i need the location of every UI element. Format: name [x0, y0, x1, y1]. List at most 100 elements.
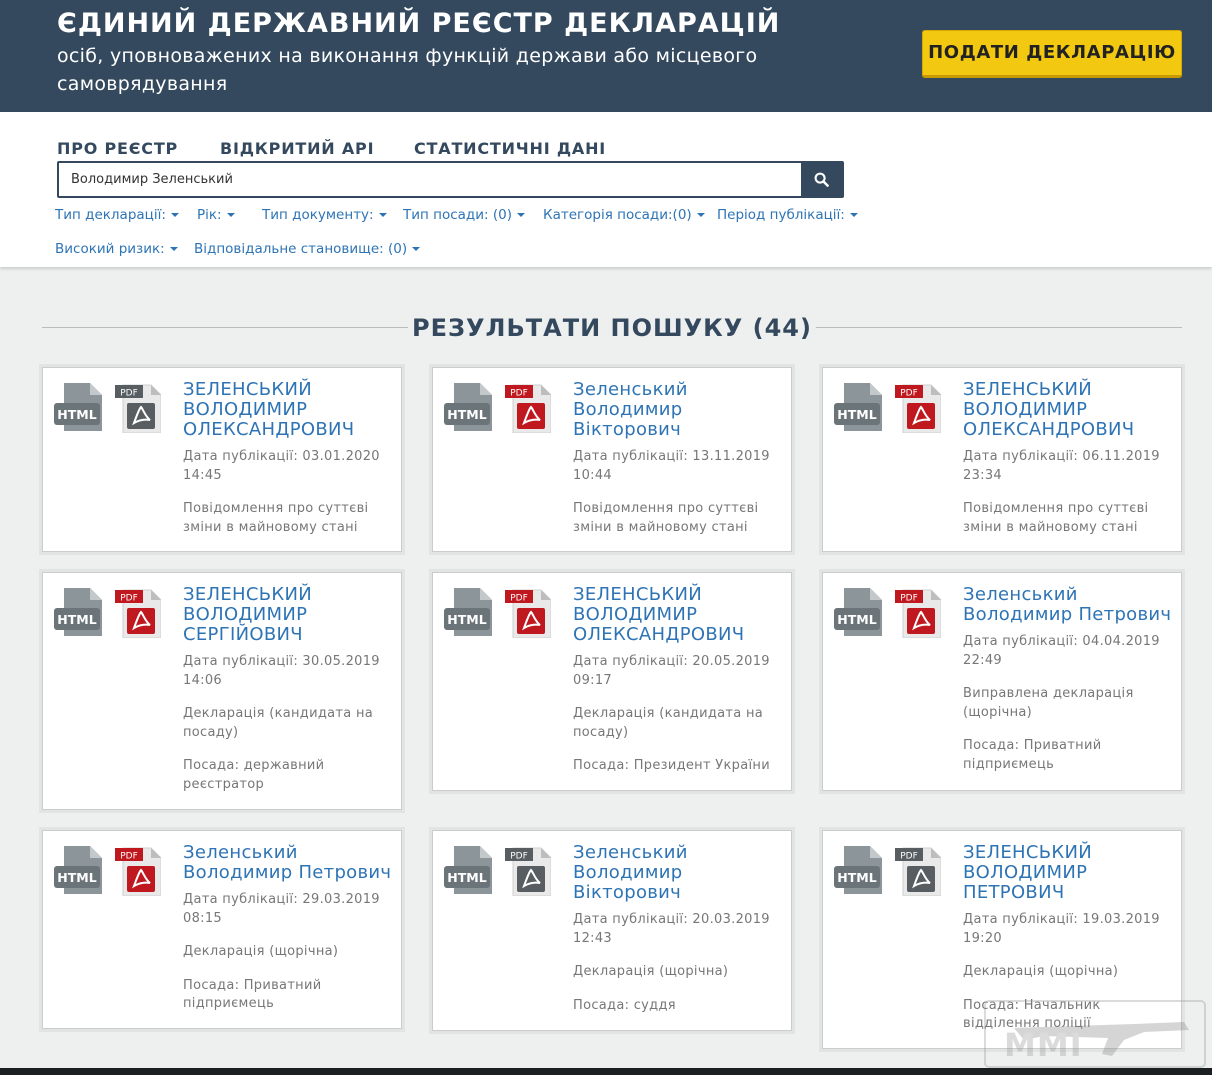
html-document-icon[interactable]: HTML	[834, 383, 882, 431]
html-document-icon[interactable]: HTML	[54, 846, 102, 894]
declarant-name-link[interactable]: Зеленський Володимир Петрович	[963, 585, 1173, 625]
filter-label: Категорія посади:(0)	[543, 207, 692, 223]
declarant-name-link[interactable]: Зеленський Володимир Петрович	[183, 843, 393, 883]
html-document-icon[interactable]: HTML	[834, 846, 882, 894]
svg-text:HTML: HTML	[447, 612, 486, 627]
filter-label: Період публікації:	[717, 207, 845, 223]
declarant-name-link[interactable]: ЗЕЛЕНСЬКИЙ ВОЛОДИМИР ОЛЕКСАНДРОВИЧ	[963, 380, 1173, 440]
card-info: ЗЕЛЕНСЬКИЙ ВОЛОДИМИР СЕРГІЙОВИЧ Дата пуб…	[183, 585, 393, 794]
pdf-document-icon[interactable]: PDF	[505, 588, 551, 638]
publication-date: Дата публікації: 29.03.2019 08:15	[183, 892, 380, 926]
svg-text:HTML: HTML	[57, 870, 96, 885]
filter-declaration-type[interactable]: Тип декларації:	[55, 207, 179, 223]
publication-date: Дата публікації: 30.05.2019 14:06	[183, 654, 380, 688]
site-header: ЄДИНИЙ ДЕРЖАВНИЙ РЕЄСТР ДЕКЛАРАЦІЙ осіб,…	[0, 0, 1212, 112]
divider	[816, 327, 1182, 328]
svg-text:PDF: PDF	[900, 389, 918, 399]
pdf-document-icon[interactable]: PDF	[895, 846, 941, 896]
filter-label: Високий ризик:	[55, 241, 165, 257]
publication-date: Дата публікації: 19.03.2019 19:20	[963, 912, 1160, 946]
nav-about-registry[interactable]: ПРО РЕЄСТР	[57, 139, 178, 158]
declarant-name-link[interactable]: ЗЕЛЕНСЬКИЙ ВОЛОДИМИР ПЕТРОВИЧ	[963, 843, 1173, 903]
divider	[42, 327, 408, 328]
caret-down-icon	[412, 247, 421, 251]
filter-label: Тип документу:	[262, 207, 374, 223]
svg-text:PDF: PDF	[900, 594, 918, 604]
svg-text:HTML: HTML	[447, 870, 486, 885]
declarant-name-link[interactable]: ЗЕЛЕНСЬКИЙ ВОЛОДИМИР ОЛЕКСАНДРОВИЧ	[183, 380, 393, 440]
html-document-icon[interactable]: HTML	[444, 383, 492, 431]
filter-high-risk[interactable]: Високий ризик:	[55, 241, 178, 257]
svg-text:PDF: PDF	[120, 852, 138, 862]
search-input[interactable]	[59, 163, 803, 196]
position: Посада: державний реєстратор	[183, 758, 325, 792]
pdf-document-icon[interactable]: PDF	[895, 383, 941, 433]
svg-text:PDF: PDF	[510, 389, 528, 399]
caret-down-icon	[696, 213, 705, 217]
filter-responsible-position[interactable]: Відповідальне становище: (0)	[194, 241, 421, 257]
pdf-document-icon[interactable]: PDF	[115, 383, 161, 433]
pdf-document-icon[interactable]: PDF	[115, 846, 161, 896]
pdf-document-icon[interactable]: PDF	[115, 588, 161, 638]
pdf-document-icon[interactable]: PDF	[505, 383, 551, 433]
result-card[interactable]: HTML PDF Зеленський Володимир Вікторович…	[432, 367, 792, 552]
result-card[interactable]: HTML PDF ЗЕЛЕНСЬКИЙ ВОЛОДИМИР СЕРГІЙОВИЧ…	[42, 572, 402, 810]
search-icon	[814, 172, 829, 187]
publication-date: Дата публікації: 04.04.2019 22:49	[963, 634, 1160, 668]
caret-down-icon	[170, 213, 179, 217]
declarant-name-link[interactable]: Зеленський Володимир Вікторович	[573, 843, 783, 903]
result-card[interactable]: HTML PDF Зеленський Володимир Петрович Д…	[822, 572, 1182, 791]
search-box	[57, 161, 844, 198]
declaration-type: Декларація (кандидата на посаду)	[573, 706, 764, 740]
submit-declaration-button[interactable]: ПОДАТИ ДЕКЛАРАЦІЮ	[922, 30, 1182, 78]
filter-position-type[interactable]: Тип посади: (0)	[403, 207, 525, 223]
filter-position-category[interactable]: Категорія посади:(0)	[543, 207, 705, 223]
caret-down-icon	[378, 213, 387, 217]
card-info: Зеленський Володимир Вікторович Дата пуб…	[573, 843, 783, 1015]
filter-year[interactable]: Рік:	[197, 207, 235, 223]
filter-label: Тип посади: (0)	[403, 207, 512, 223]
filter-label: Рік:	[197, 207, 222, 223]
svg-text:PDF: PDF	[510, 852, 528, 862]
html-document-icon[interactable]: HTML	[444, 846, 492, 894]
search-button[interactable]	[801, 163, 842, 196]
declaration-type: Виправлена декларація (щорічна)	[963, 686, 1134, 720]
filter-publication-period[interactable]: Період публікації:	[717, 207, 858, 223]
pdf-document-icon[interactable]: PDF	[505, 846, 551, 896]
nav-open-api[interactable]: ВІДКРИТИЙ API	[220, 139, 374, 158]
svg-text:HTML: HTML	[837, 612, 876, 627]
svg-text:PDF: PDF	[510, 594, 528, 604]
search-panel: ПРО РЕЄСТР ВІДКРИТИЙ API СТАТИСТИЧНІ ДАН…	[0, 112, 1212, 267]
result-card[interactable]: HTML PDF ЗЕЛЕНСЬКИЙ ВОЛОДИМИР ОЛЕКСАНДРО…	[432, 572, 792, 791]
site-subtitle: осіб, уповноважених на виконання функцій…	[57, 45, 758, 95]
publication-date: Дата публікації: 20.03.2019 12:43	[573, 912, 770, 946]
declarant-name-link[interactable]: ЗЕЛЕНСЬКИЙ ВОЛОДИМИР СЕРГІЙОВИЧ	[183, 585, 393, 645]
html-document-icon[interactable]: HTML	[54, 588, 102, 636]
caret-down-icon	[226, 213, 235, 217]
svg-text:PDF: PDF	[900, 852, 918, 862]
filter-document-type[interactable]: Тип документу:	[262, 207, 387, 223]
pdf-document-icon[interactable]: PDF	[895, 588, 941, 638]
result-card[interactable]: HTML PDF ЗЕЛЕНСЬКИЙ ВОЛОДИМИР ОЛЕКСАНДРО…	[822, 367, 1182, 552]
bottom-bar	[0, 1068, 1212, 1075]
result-card[interactable]: HTML PDF Зеленський Володимир Петрович Д…	[42, 830, 402, 1029]
declarant-name-link[interactable]: Зеленський Володимир Вікторович	[573, 380, 783, 440]
declarant-name-link[interactable]: ЗЕЛЕНСЬКИЙ ВОЛОДИМИР ОЛЕКСАНДРОВИЧ	[573, 585, 783, 645]
declaration-type: Повідомлення про суттєві зміни в майново…	[963, 501, 1149, 535]
result-card[interactable]: HTML PDF ЗЕЛЕНСЬКИЙ ВОЛОДИМИР ОЛЕКСАНДРО…	[42, 367, 402, 552]
html-document-icon[interactable]: HTML	[54, 383, 102, 431]
nav-statistics[interactable]: СТАТИСТИЧНІ ДАНІ	[414, 139, 606, 158]
watermark: MMI	[984, 1000, 1206, 1068]
caret-down-icon	[517, 213, 525, 217]
html-document-icon[interactable]: HTML	[444, 588, 492, 636]
position: Посада: Президент України	[573, 758, 770, 773]
card-info: ЗЕЛЕНСЬКИЙ ВОЛОДИМИР ОЛЕКСАНДРОВИЧ Дата …	[963, 380, 1173, 537]
svg-text:HTML: HTML	[447, 407, 486, 422]
card-info: ЗЕЛЕНСЬКИЙ ВОЛОДИМИР ОЛЕКСАНДРОВИЧ Дата …	[183, 380, 393, 537]
results-title: РЕЗУЛЬТАТИ ПОШУКУ (44)	[412, 314, 812, 342]
result-card[interactable]: HTML PDF Зеленський Володимир Вікторович…	[432, 830, 792, 1031]
svg-text:PDF: PDF	[120, 389, 138, 399]
publication-date: Дата публікації: 13.11.2019 10:44	[573, 449, 770, 483]
publication-date: Дата публікації: 06.11.2019 23:34	[963, 449, 1160, 483]
html-document-icon[interactable]: HTML	[834, 588, 882, 636]
